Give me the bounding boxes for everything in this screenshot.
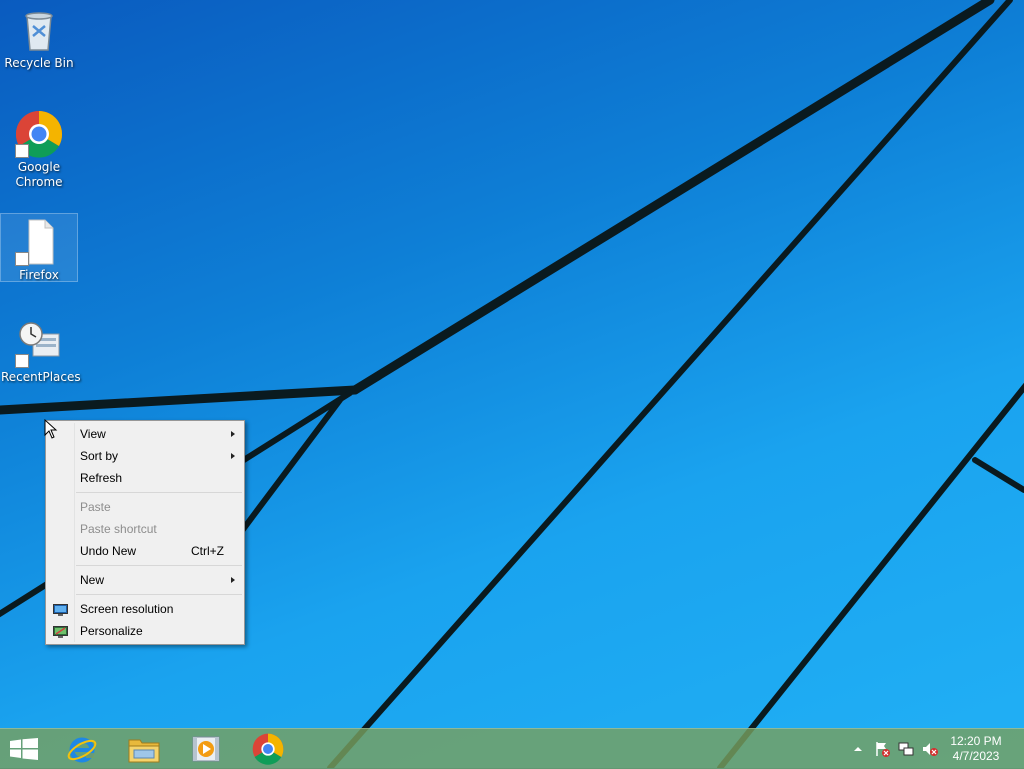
taskbar-file-explorer[interactable] [116, 729, 172, 769]
internet-explorer-icon [67, 737, 97, 763]
volume-muted-icon[interactable] [922, 741, 938, 757]
taskbar-google-chrome[interactable] [240, 729, 296, 769]
media-player-icon [192, 736, 220, 762]
desktop-icon-google-chrome[interactable]: Google Chrome [1, 110, 77, 190]
menu-item-label: Personalize [80, 624, 143, 638]
shortcut-arrow-icon [15, 252, 29, 266]
desktop-context-menu: View Sort by Refresh Paste Paste shortcu… [45, 420, 245, 645]
screen-resolution-icon [53, 602, 68, 616]
desktop-icon-label: Firefox [19, 268, 59, 282]
shortcut-arrow-icon [15, 144, 29, 158]
desktop-icon-label: Google Chrome [15, 160, 63, 189]
menu-item-sort-by[interactable]: Sort by [46, 445, 244, 467]
submenu-arrow-icon [231, 577, 235, 583]
network-icon[interactable] [898, 741, 914, 757]
file-explorer-icon [128, 739, 160, 763]
submenu-arrow-icon [231, 453, 235, 459]
menu-separator [76, 565, 242, 566]
menu-item-paste: Paste [46, 496, 244, 518]
menu-separator [76, 492, 242, 493]
mouse-cursor-icon [44, 419, 58, 439]
start-button[interactable] [0, 729, 48, 769]
desktop-icon-label: RecentPlaces [1, 370, 81, 384]
action-center-flag-icon[interactable] [874, 741, 890, 757]
chrome-icon [252, 733, 284, 765]
shortcut-arrow-icon [15, 354, 29, 368]
menu-item-label: Refresh [80, 471, 123, 485]
clock-time: 12:20 PM [950, 734, 1002, 748]
show-hidden-icons-chevron[interactable] [850, 741, 866, 757]
menu-item-label: Undo New [80, 544, 137, 558]
windows-logo-icon [10, 738, 38, 760]
desktop-icon-firefox[interactable]: Firefox [0, 213, 78, 282]
taskbar-media-player[interactable] [178, 729, 234, 769]
desktop-icon-label: Recycle Bin [4, 56, 74, 70]
menu-item-label: View [80, 427, 106, 441]
menu-item-refresh[interactable]: Refresh [46, 467, 244, 489]
menu-item-label: Paste [80, 500, 111, 514]
menu-item-new[interactable]: New [46, 569, 244, 591]
menu-item-screen-resolution[interactable]: Screen resolution [46, 598, 244, 620]
blank-file-icon [15, 218, 63, 266]
taskbar: 12:20 PM 4/7/2023 [0, 728, 1024, 769]
chrome-icon [15, 110, 63, 158]
menu-separator [76, 594, 242, 595]
menu-item-shortcut: Ctrl+Z [191, 544, 224, 558]
clock-date: 4/7/2023 [952, 749, 1000, 763]
desktop-icon-recycle-bin[interactable]: Recycle Bin [1, 6, 77, 71]
taskbar-internet-explorer[interactable] [54, 729, 110, 769]
menu-item-label: Paste shortcut [80, 522, 157, 536]
menu-item-label: New [80, 573, 105, 587]
wallpaper [0, 0, 1024, 768]
submenu-arrow-icon [231, 431, 235, 437]
menu-item-paste-shortcut: Paste shortcut [46, 518, 244, 540]
menu-item-label: Screen resolution [80, 602, 174, 616]
recycle-bin-icon [15, 6, 63, 54]
menu-item-view[interactable]: View [46, 423, 244, 445]
menu-item-undo-new[interactable]: Undo New Ctrl+Z [46, 540, 244, 562]
menu-item-personalize[interactable]: Personalize [46, 620, 244, 642]
taskbar-clock[interactable]: 12:20 PM 4/7/2023 [946, 734, 1006, 764]
menu-item-label: Sort by [80, 449, 119, 463]
desktop-icon-recentplaces[interactable]: RecentPlaces [1, 320, 81, 385]
recent-places-icon [15, 320, 63, 368]
personalize-icon [53, 624, 68, 638]
